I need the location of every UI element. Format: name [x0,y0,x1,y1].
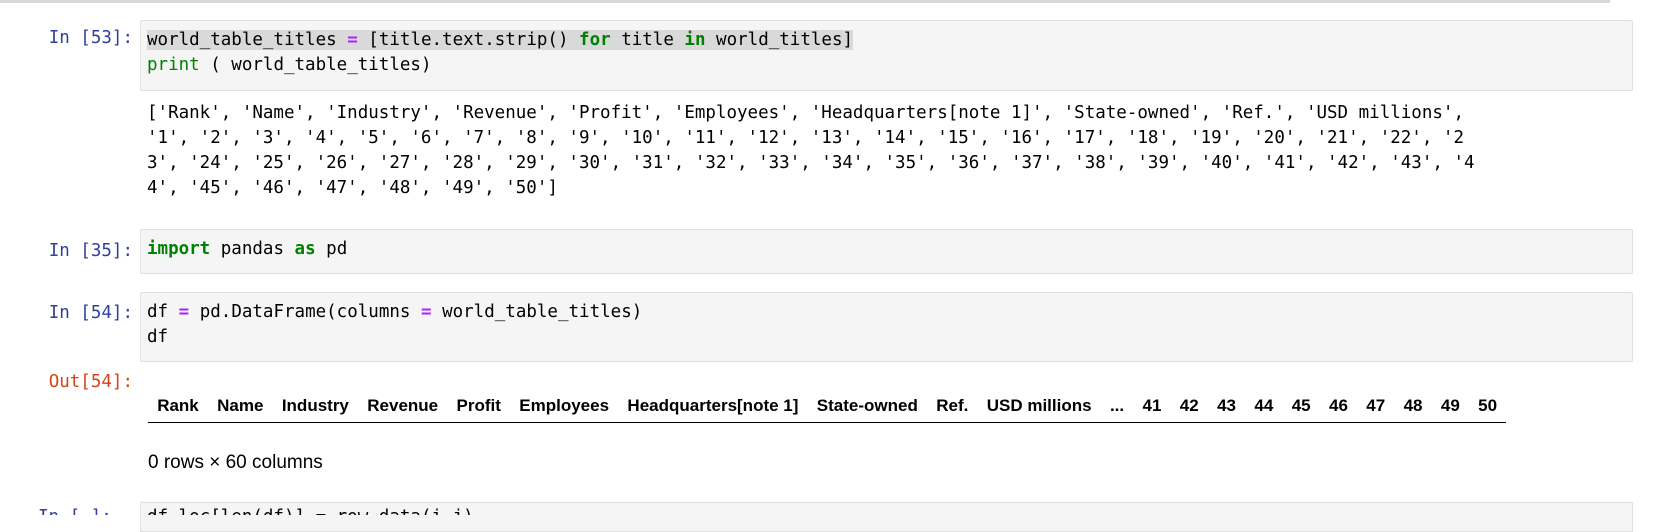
code-editor[interactable]: world_table_titles = [title.text.strip()… [141,21,1632,85]
table-header-row: Rank Name Industry Revenue Profit Employees He… [148,390,1507,423]
code-operator: = [420,302,432,322]
code-token: pd [326,239,348,259]
code-token: world_table_titles) [442,302,643,322]
column-header: Industry [272,390,359,423]
column-header: 49 [1431,390,1469,423]
code-operator: = [347,30,358,50]
code-cell[interactable]: df = pd.DataFrame(columns = world_table_… [140,292,1633,362]
code-keyword: as [294,239,316,259]
scroll-indicator [0,0,1610,3]
code-keyword: for [579,30,611,50]
column-header: 46 [1319,390,1358,423]
column-header: 42 [1170,390,1208,423]
code-token: df [147,302,169,322]
code-token: title [621,30,674,50]
input-prompt: In [53]: [48,28,133,48]
code-token: pandas [220,239,284,259]
code-operator: = [178,302,190,322]
code-keyword: import [147,239,211,259]
input-prompt: In [35]: [48,241,133,261]
column-header: 44 [1245,390,1283,423]
column-header: Headquarters[note 1] [618,390,808,423]
code-keyword: in [684,30,706,50]
column-header: 48 [1394,390,1432,423]
code-token: df [147,327,169,347]
dataframe-table: Rank Name Industry Revenue Profit Employees He… [148,390,1507,423]
code-editor[interactable]: import pandas as pd [141,230,1632,269]
output-prompt: Out[54]: [48,372,133,392]
column-header: Ref. [927,390,978,423]
input-prompt: In [54]: [48,303,133,323]
code-token: [title.text.strip() [368,30,569,50]
dataframe-shape: 0 rows × 60 columns [148,452,323,473]
column-header: 47 [1357,390,1395,423]
code-cell[interactable] [140,502,1633,532]
cell-output-stream: ['Rank', 'Name', 'Industry', 'Revenue', … [147,103,1475,198]
column-header: 41 [1133,390,1171,423]
input-prompt: In [ ]: [38,507,112,527]
column-header: 50 [1468,390,1507,423]
column-header: USD millions [977,390,1101,423]
code-cell[interactable]: world_table_titles = [title.text.strip()… [140,20,1633,91]
code-token: pd.DataFrame(columns [199,302,411,322]
selected-line: world_table_titles = [title.text.strip()… [147,30,854,50]
column-header: Employees [510,390,619,423]
column-header: 45 [1282,390,1320,423]
code-cell[interactable]: import pandas as pd [140,229,1633,274]
column-header: Profit [447,390,511,423]
column-header: State-owned [807,390,928,423]
code-token: world_table_titles [147,30,337,50]
column-header: Rank [148,390,208,423]
column-header: ... [1100,390,1134,423]
column-header: 43 [1207,390,1246,423]
code-builtin: print [147,55,200,75]
column-header: Revenue [358,390,448,423]
code-token: world_titles] [716,30,854,50]
column-header: Name [207,390,273,423]
code-token: ( world_table_titles) [199,55,432,75]
code-editor[interactable]: df = pd.DataFrame(columns = world_table_… [141,293,1632,357]
